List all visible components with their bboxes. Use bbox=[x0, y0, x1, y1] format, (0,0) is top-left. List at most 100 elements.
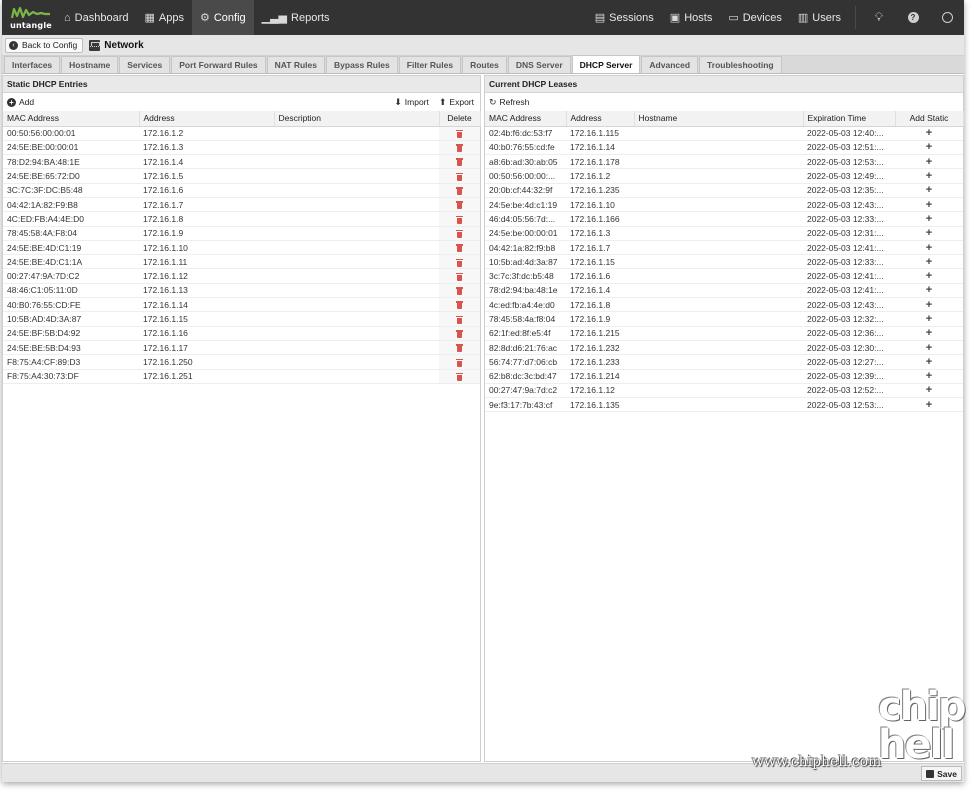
table-row[interactable]: 24:5E:BE:65:72:D0 172.16.1.5 bbox=[3, 168, 480, 184]
table-row[interactable]: 62:b8:dc:3c:bd:47 172.16.1.214 2022-05-03 … bbox=[485, 369, 963, 384]
trash-icon[interactable] bbox=[456, 129, 463, 138]
table-row[interactable]: 48:46:C1:05:11:0D 172.16.1.13 bbox=[3, 283, 480, 299]
trash-icon[interactable] bbox=[456, 172, 463, 181]
table-row[interactable]: 24:5E:BE:4D:C1:19 172.16.1.10 bbox=[3, 240, 480, 256]
trash-icon[interactable] bbox=[456, 158, 463, 167]
table-row[interactable]: 78:45:58:4a:f8:04 172.16.1.9 2022-05-03 12… bbox=[485, 311, 963, 327]
trash-icon[interactable] bbox=[456, 215, 463, 224]
col-delete[interactable]: Delete bbox=[439, 111, 481, 127]
col-lease-expiration[interactable]: Expiration Time bbox=[803, 111, 896, 127]
trash-icon[interactable] bbox=[456, 358, 463, 367]
back-to-config-button[interactable]: ‹ Back to Config bbox=[5, 37, 84, 53]
plus-icon[interactable]: + bbox=[926, 256, 932, 268]
help-icon[interactable]: ? bbox=[896, 0, 930, 35]
plus-icon[interactable]: + bbox=[926, 299, 932, 311]
plus-icon[interactable]: + bbox=[926, 242, 932, 254]
tab-filter-rules[interactable]: Filter Rules bbox=[398, 56, 462, 73]
table-row[interactable]: 24:5e:be:4d:c1:19 172.16.1.10 2022-05-03 1… bbox=[485, 197, 963, 213]
table-row[interactable]: 62:1f:ed:8f:e5:4f 172.16.1.215 2022-05-03 … bbox=[485, 326, 963, 341]
plus-icon[interactable]: + bbox=[926, 213, 932, 225]
static-description-cell[interactable] bbox=[274, 283, 439, 299]
tab-routes[interactable]: Routes bbox=[462, 56, 507, 73]
tab-bypass-rules[interactable]: Bypass Rules bbox=[326, 56, 398, 73]
table-row[interactable]: a8:6b:ad:30:ab:05 172.16.1.178 2022-05-03 … bbox=[485, 154, 963, 170]
plus-icon[interactable]: + bbox=[926, 270, 932, 282]
table-row[interactable]: 24:5e:be:00:00:01 172.16.1.3 2022-05-03 12… bbox=[485, 226, 963, 241]
table-row[interactable]: 24:5E:BF:5B:D4:92 172.16.1.16 bbox=[3, 326, 480, 341]
static-description-cell[interactable] bbox=[274, 126, 439, 141]
static-description-cell[interactable] bbox=[274, 211, 439, 227]
table-row[interactable]: 00:27:47:9a:7d:c2 172.16.1.12 2022-05-03 1… bbox=[485, 383, 963, 399]
trash-icon[interactable] bbox=[456, 258, 463, 267]
table-row[interactable]: 82:8d:d6:21:76:ac 172.16.1.232 2022-05-03 … bbox=[485, 340, 963, 356]
col-lease-mac[interactable]: MAC Address bbox=[485, 111, 567, 127]
static-description-cell[interactable] bbox=[274, 369, 439, 384]
tab-troubleshooting[interactable]: Troubleshooting bbox=[699, 56, 782, 73]
tab-hostname[interactable]: Hostname bbox=[61, 56, 119, 73]
col-address[interactable]: Address bbox=[139, 111, 275, 127]
table-row[interactable]: 46:d4:05:56:7d:... 172.16.1.166 2022-05-03… bbox=[485, 211, 963, 227]
nav-devices[interactable]: ▭ Devices bbox=[720, 0, 790, 35]
nav-sessions[interactable]: ▤ Sessions bbox=[587, 0, 662, 35]
plus-icon[interactable]: + bbox=[926, 327, 932, 339]
static-description-cell[interactable] bbox=[274, 297, 439, 313]
plus-icon[interactable]: + bbox=[926, 384, 932, 396]
trash-icon[interactable] bbox=[456, 344, 463, 353]
nav-hosts[interactable]: ▣ Hosts bbox=[662, 0, 721, 35]
table-row[interactable]: 78:45:58:4A:F8:04 172.16.1.9 bbox=[3, 226, 480, 241]
plus-icon[interactable]: + bbox=[926, 342, 932, 354]
col-description[interactable]: Description bbox=[274, 111, 440, 127]
table-row[interactable]: 40:b0:76:55:cd:fe 172.16.1.14 2022-05-03 1… bbox=[485, 140, 963, 156]
table-row[interactable]: 24:5E:BE:5B:D4:93 172.16.1.17 bbox=[3, 340, 480, 356]
static-description-cell[interactable] bbox=[274, 254, 439, 270]
table-row[interactable]: 40:B0:76:55:CD:FE 172.16.1.14 bbox=[3, 297, 480, 313]
trash-icon[interactable] bbox=[456, 330, 463, 339]
tab-port-forward-rules[interactable]: Port Forward Rules bbox=[171, 56, 266, 73]
lightbulb-icon[interactable]: 💡︎ bbox=[862, 0, 896, 35]
static-description-cell[interactable] bbox=[274, 268, 439, 284]
table-row[interactable]: 78:d2:94:ba:48:1e 172.16.1.4 2022-05-03 12… bbox=[485, 283, 963, 299]
plus-icon[interactable]: + bbox=[926, 170, 932, 182]
static-description-cell[interactable] bbox=[274, 240, 439, 256]
table-row[interactable]: 3C:7C:3F:DC:B5:48 172.16.1.6 bbox=[3, 183, 480, 198]
table-row[interactable]: 00:50:56:00:00:01 172.16.1.2 bbox=[3, 126, 480, 141]
trash-icon[interactable] bbox=[456, 301, 463, 310]
static-description-cell[interactable] bbox=[274, 183, 439, 198]
table-row[interactable]: 24:5E:BE:00:00:01 172.16.1.3 bbox=[3, 140, 480, 156]
static-description-cell[interactable] bbox=[274, 140, 439, 156]
nav-users[interactable]: ▥ Users bbox=[790, 0, 849, 35]
plus-icon[interactable]: + bbox=[926, 399, 932, 411]
plus-icon[interactable]: + bbox=[926, 284, 932, 296]
trash-icon[interactable] bbox=[456, 229, 463, 238]
col-add-static[interactable]: Add Static bbox=[895, 111, 964, 127]
save-button[interactable]: Save bbox=[921, 766, 962, 781]
plus-icon[interactable]: + bbox=[926, 370, 932, 382]
table-row[interactable]: 9e:f3:17:7b:43:cf 172.16.1.135 2022-05-03 … bbox=[485, 397, 963, 413]
nav-reports[interactable]: ▁▃▅ Reports bbox=[254, 0, 338, 35]
table-row[interactable]: 10:5B:AD:4D:3A:87 172.16.1.15 bbox=[3, 311, 480, 327]
table-row[interactable]: 04:42:1A:82:F9:B8 172.16.1.7 bbox=[3, 197, 480, 213]
tab-dhcp-server[interactable]: DHCP Server bbox=[571, 55, 641, 73]
plus-icon[interactable]: + bbox=[926, 127, 932, 139]
table-row[interactable]: 10:5b:ad:4d:3a:87 172.16.1.15 2022-05-03 1… bbox=[485, 254, 963, 270]
table-row[interactable]: 20:0b:cf:44:32:9f 172.16.1.235 2022-05-03 … bbox=[485, 183, 963, 198]
trash-icon[interactable] bbox=[456, 287, 463, 296]
nav-apps[interactable]: ▦ Apps bbox=[136, 0, 191, 35]
table-row[interactable]: 24:5E:BE:4D:C1:1A 172.16.1.11 bbox=[3, 254, 480, 270]
table-row[interactable]: 4c:ed:fb:a4:4e:d0 172.16.1.8 2022-05-03 12… bbox=[485, 297, 963, 313]
nav-config[interactable]: ⚙ Config bbox=[191, 0, 254, 35]
tab-nat-rules[interactable]: NAT Rules bbox=[266, 56, 326, 73]
tab-dns-server[interactable]: DNS Server bbox=[507, 56, 571, 73]
col-mac-address[interactable]: MAC Address bbox=[3, 111, 140, 127]
nav-dashboard[interactable]: ⌂ Dashboard bbox=[56, 0, 136, 35]
static-description-cell[interactable] bbox=[274, 154, 439, 170]
table-row[interactable]: 00:27:47:9A:7D:C2 172.16.1.12 bbox=[3, 268, 480, 284]
static-description-cell[interactable] bbox=[274, 197, 439, 213]
col-lease-hostname[interactable]: Hostname bbox=[634, 111, 804, 127]
table-row[interactable]: 02:4b:f6:dc:53:f7 172.16.1.115 2022-05-03 … bbox=[485, 126, 963, 141]
plus-icon[interactable]: + bbox=[926, 141, 932, 153]
static-description-cell[interactable] bbox=[274, 168, 439, 184]
export-button[interactable]: ⬆︎ Export bbox=[439, 97, 474, 108]
trash-icon[interactable] bbox=[456, 244, 463, 253]
static-description-cell[interactable] bbox=[274, 340, 439, 356]
